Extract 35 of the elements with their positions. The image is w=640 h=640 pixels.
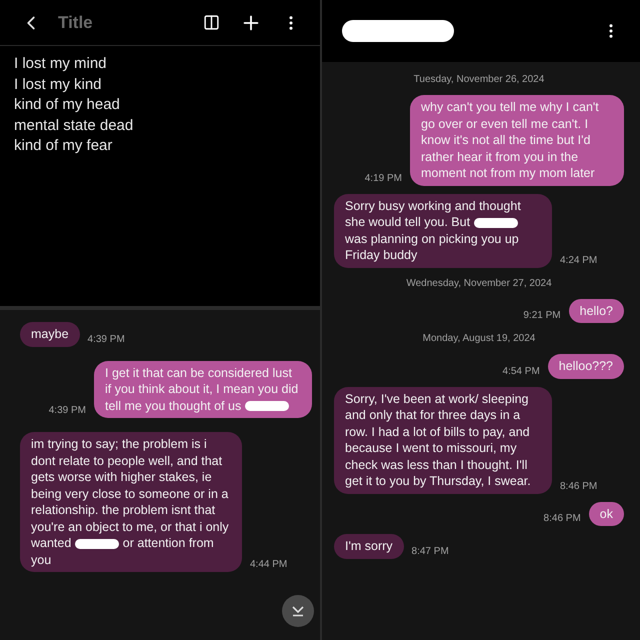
message-time: 8:46 PM <box>544 512 581 526</box>
received-message: im trying to say; the problem is i dont relate to people well, and that gets worse with higher stakes, ie being very close to someone or in a relationship. the problem isnt that you're an object to me, or that i only wanted or attention from you <box>20 432 242 572</box>
message-time: 4:19 PM <box>364 172 402 186</box>
received-message: I'm sorry <box>334 534 404 558</box>
message-time: 8:47 PM <box>412 544 449 558</box>
sent-message: ok <box>588 502 624 526</box>
redaction-mark <box>474 218 518 228</box>
received-message: Sorry busy working and thought she would tell you. But was planning on picking you up Friday buddy <box>334 194 552 268</box>
sent-message: hello? <box>568 298 624 323</box>
message-time: 4:39 PM <box>88 332 125 346</box>
received-message: maybe <box>20 322 80 346</box>
sent-message: why can't you tell me why I can't go over or even tell me can't. I know it's not all the time but I'd rather hear it from you in the moment not from my mom later <box>410 95 624 186</box>
redaction-mark <box>74 538 119 549</box>
note-line: mental state dead <box>14 116 134 136</box>
note-line: I lost my kind <box>14 74 103 94</box>
note-line: I lost my mind <box>14 54 108 74</box>
book-icon[interactable] <box>203 14 220 31</box>
message-time: 8:46 PM <box>560 480 598 494</box>
date-separator: Wednesday, November 27, 2024 <box>406 276 552 290</box>
message-time: 9:21 PM <box>523 309 561 323</box>
received-message: Sorry, I've been at work/ sleeping and only that for three days in a row. I had a lot of bills to pay, and because I went to missouri, my check was less than I thought. I'll get it to you by Thursday, I swear. <box>334 386 552 494</box>
date-separator: Monday, August 19, 2024 <box>422 332 536 346</box>
note-title[interactable]: Title <box>58 10 93 36</box>
sent-message: helloo??? <box>548 354 624 378</box>
scroll-down-button[interactable] <box>282 595 314 627</box>
message-time: 4:54 PM <box>502 364 540 378</box>
date-separator: Tuesday, November 26, 2024 <box>414 73 544 87</box>
note-line: kind of my head <box>14 95 121 115</box>
sent-message: I get it that can be considered lust if you think about it, I mean you did tell me you thought of us <box>94 360 312 418</box>
note-line: kind of my fear <box>14 136 114 156</box>
arrow-down-icon <box>291 605 305 617</box>
message-time: 4:24 PM <box>560 254 598 268</box>
redaction-mark <box>244 401 289 412</box>
message-time: 4:39 PM <box>48 404 86 418</box>
message-time: 4:44 PM <box>250 558 288 572</box>
